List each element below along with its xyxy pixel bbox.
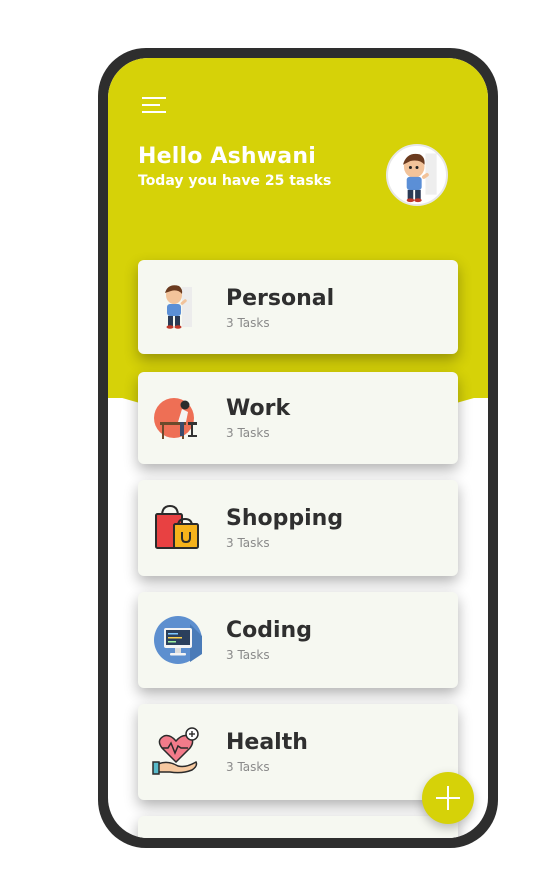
person-waving-icon	[165, 285, 192, 329]
category-task-count: 3 Tasks	[226, 760, 270, 774]
shopping-bags-icon	[155, 504, 199, 549]
greeting: Hello Ashwani Today you have 25 tasks	[138, 144, 331, 189]
category-label: Coding	[226, 618, 312, 643]
add-task-button[interactable]	[422, 772, 474, 824]
category-task-count: 3 Tasks	[226, 536, 270, 550]
phone-frame: Hello Ashwani Today you have 25 tasks Pe…	[98, 48, 498, 848]
category-task-count: 3 Tasks	[226, 426, 270, 440]
category-task-count: 3 Tasks	[226, 316, 270, 330]
heart-in-hand-icon	[152, 727, 199, 775]
menu-icon[interactable]	[142, 96, 168, 116]
category-label: Shopping	[226, 506, 344, 531]
category-card-personal[interactable]: Personal 3 Tasks	[138, 260, 458, 354]
avatar-character-icon	[402, 153, 437, 203]
app-screen: Hello Ashwani Today you have 25 tasks Pe…	[108, 58, 488, 838]
category-card-partial[interactable]	[138, 816, 458, 838]
category-task-count: 3 Tasks	[226, 648, 270, 662]
category-label: Health	[226, 730, 308, 755]
category-card-shopping[interactable]: Shopping 3 Tasks	[138, 480, 458, 576]
plus-icon	[436, 786, 460, 810]
greeting-title: Hello Ashwani	[138, 144, 316, 169]
category-card-work[interactable]: Work 3 Tasks	[138, 372, 458, 464]
category-card-health[interactable]: Health 3 Tasks	[138, 704, 458, 800]
computer-monitor-icon	[154, 616, 202, 664]
category-card-coding[interactable]: Coding 3 Tasks	[138, 592, 458, 688]
category-label: Personal	[226, 286, 335, 311]
greeting-subtitle: Today you have 25 tasks	[138, 173, 332, 189]
avatar[interactable]	[386, 144, 448, 206]
category-label: Work	[226, 396, 291, 421]
person-at-desk-icon	[154, 398, 197, 439]
